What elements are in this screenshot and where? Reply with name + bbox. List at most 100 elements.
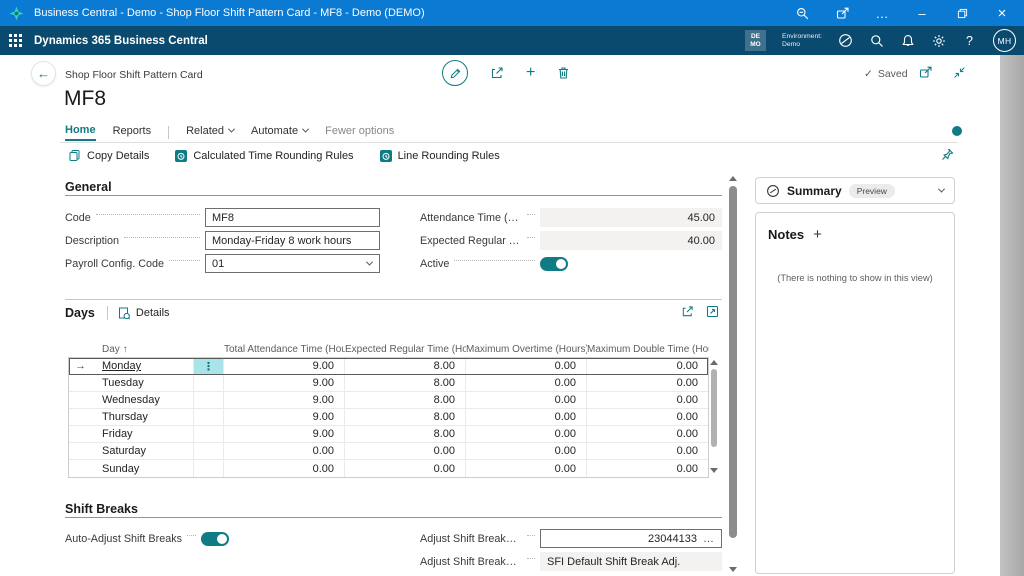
details-button[interactable]: Details: [118, 307, 170, 320]
value-cell[interactable]: 0.00: [466, 375, 587, 391]
value-cell[interactable]: 0.00: [587, 460, 708, 477]
minimize-icon[interactable]: –: [914, 5, 930, 21]
scroll-thumb[interactable]: [729, 186, 737, 538]
tab-fewer-options[interactable]: Fewer options: [325, 125, 394, 140]
value-cell[interactable]: 0.00: [587, 358, 708, 374]
table-row[interactable]: →Monday⋮9.008.000.000.00: [69, 358, 708, 375]
scroll-down-arrow[interactable]: [710, 468, 718, 473]
general-section-heading[interactable]: General: [65, 180, 112, 194]
column-max-double[interactable]: Maximum Double Time (Hours): [587, 344, 709, 355]
more-options-icon[interactable]: …: [874, 5, 890, 21]
row-ellipsis-cell[interactable]: [194, 460, 224, 477]
row-ellipsis-cell[interactable]: [194, 443, 224, 459]
active-toggle[interactable]: [540, 257, 568, 271]
value-cell[interactable]: 9.00: [224, 375, 345, 391]
edit-list-icon[interactable]: [706, 305, 719, 318]
day-cell[interactable]: Thursday: [92, 409, 194, 425]
value-cell[interactable]: 8.00: [345, 392, 466, 408]
line-rounding-rules-button[interactable]: Line Rounding Rules: [380, 150, 500, 162]
row-ellipsis-cell[interactable]: [194, 409, 224, 425]
value-cell[interactable]: 0.00: [466, 392, 587, 408]
value-cell[interactable]: 0.00: [587, 426, 708, 442]
value-cell[interactable]: 0.00: [587, 392, 708, 408]
calculated-time-rounding-rules-button[interactable]: Calculated Time Rounding Rules: [175, 150, 353, 162]
row-ellipsis-cell[interactable]: [194, 426, 224, 442]
value-cell[interactable]: 8.00: [345, 409, 466, 425]
table-row[interactable]: Tuesday9.008.000.000.00: [69, 375, 708, 392]
close-icon[interactable]: ×: [994, 5, 1010, 21]
delete-button[interactable]: [557, 66, 570, 80]
page-scrollbar[interactable]: [726, 172, 740, 576]
restore-icon[interactable]: [954, 5, 970, 21]
column-expected-regular[interactable]: Expected Regular Time (Hours): [345, 344, 466, 355]
tab-automate[interactable]: Automate: [251, 125, 308, 140]
value-cell[interactable]: 0.00: [345, 460, 466, 477]
value-cell[interactable]: 0.00: [587, 375, 708, 391]
zoom-out-icon[interactable]: [794, 5, 810, 21]
value-cell[interactable]: 8.00: [345, 426, 466, 442]
settings-gear-icon[interactable]: [931, 33, 946, 48]
day-cell[interactable]: Tuesday: [92, 375, 194, 391]
scroll-up-arrow[interactable]: [729, 176, 737, 181]
table-row[interactable]: Friday9.008.000.000.00: [69, 426, 708, 443]
row-ellipsis-cell[interactable]: ⋮: [194, 358, 224, 374]
summary-card[interactable]: Summary Preview: [755, 177, 955, 204]
value-cell[interactable]: 0.00: [345, 443, 466, 459]
value-cell[interactable]: 0.00: [466, 460, 587, 477]
value-cell[interactable]: 9.00: [224, 409, 345, 425]
table-row[interactable]: Wednesday9.008.000.000.00: [69, 392, 708, 409]
share-button[interactable]: [490, 66, 504, 80]
chevron-down-icon[interactable]: [938, 186, 945, 193]
table-row[interactable]: Sunday0.000.000.000.00: [69, 460, 708, 477]
share-icon[interactable]: [681, 305, 694, 318]
day-cell[interactable]: Wednesday: [92, 392, 194, 408]
value-cell[interactable]: 0.00: [587, 443, 708, 459]
tab-reports[interactable]: Reports: [113, 125, 152, 140]
collapse-icon[interactable]: [953, 66, 966, 79]
table-row[interactable]: Thursday9.008.000.000.00: [69, 409, 708, 426]
table-scrollbar[interactable]: [709, 357, 719, 476]
row-ellipsis-cell[interactable]: [194, 375, 224, 391]
value-cell[interactable]: 9.00: [224, 426, 345, 442]
dynamics-icon[interactable]: [838, 33, 853, 48]
edit-button[interactable]: [442, 60, 468, 86]
new-button[interactable]: +: [526, 66, 535, 80]
day-cell[interactable]: Monday: [92, 358, 194, 374]
value-cell[interactable]: 8.00: [345, 375, 466, 391]
navbar-app-title[interactable]: Dynamics 365 Business Central: [34, 35, 208, 47]
help-icon[interactable]: ?: [962, 33, 977, 48]
pin-icon[interactable]: [941, 148, 954, 161]
value-cell[interactable]: 9.00: [224, 358, 345, 374]
adjust-codeunit-field[interactable]: 23044133 …: [540, 529, 722, 548]
row-ellipsis-cell[interactable]: [194, 392, 224, 408]
search-icon[interactable]: [869, 33, 884, 48]
open-in-new-window-icon[interactable]: [919, 66, 932, 79]
value-cell[interactable]: 9.00: [224, 392, 345, 408]
description-field[interactable]: Monday-Friday 8 work hours: [205, 231, 380, 250]
column-max-overtime[interactable]: Maximum Overtime (Hours): [466, 344, 587, 355]
auto-adjust-toggle[interactable]: [201, 532, 229, 546]
table-row[interactable]: Saturday0.000.000.000.00: [69, 443, 708, 460]
shift-breaks-section-heading[interactable]: Shift Breaks: [65, 502, 138, 516]
value-cell[interactable]: 0.00: [466, 358, 587, 374]
tab-related[interactable]: Related: [186, 125, 234, 140]
scroll-up-arrow[interactable]: [710, 360, 718, 365]
day-cell[interactable]: Sunday: [92, 460, 194, 477]
payroll-config-code-select[interactable]: 01: [205, 254, 380, 273]
scroll-thumb[interactable]: [711, 369, 717, 447]
column-day[interactable]: Day ↑: [92, 344, 194, 355]
copy-details-button[interactable]: Copy Details: [68, 149, 149, 162]
user-avatar[interactable]: MH: [993, 29, 1016, 52]
day-cell[interactable]: Saturday: [92, 443, 194, 459]
scroll-down-arrow[interactable]: [729, 567, 737, 572]
code-field[interactable]: MF8: [205, 208, 380, 227]
tab-home[interactable]: Home: [65, 124, 96, 141]
value-cell[interactable]: 0.00: [224, 460, 345, 477]
environment-badge[interactable]: DE MO: [745, 30, 766, 51]
column-total-attendance[interactable]: Total Attendance Time (Hours): [224, 344, 345, 355]
value-cell[interactable]: 0.00: [224, 443, 345, 459]
value-cell[interactable]: 0.00: [466, 443, 587, 459]
days-section-heading[interactable]: Days: [65, 306, 95, 320]
assist-edit-button[interactable]: …: [703, 533, 715, 545]
value-cell[interactable]: 0.00: [587, 409, 708, 425]
